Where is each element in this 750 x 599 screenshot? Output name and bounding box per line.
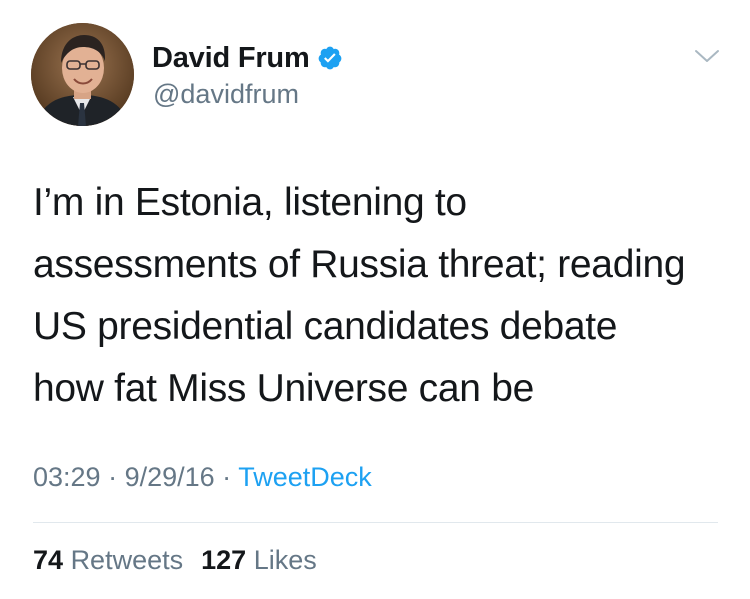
avatar[interactable] (31, 23, 134, 126)
display-name[interactable]: David Frum (152, 42, 310, 75)
meta-separator: · (214, 462, 239, 492)
chevron-down-icon[interactable] (694, 46, 720, 66)
retweets-count: 74 (33, 545, 64, 575)
author-name-row[interactable]: David Frum (152, 40, 343, 76)
user-handle[interactable]: @davidfrum (153, 79, 299, 110)
tweet-date[interactable]: 9/29/16 (125, 462, 215, 492)
tweet-text: I’m in Estonia, listening to assessments… (33, 172, 733, 420)
tweet-meta: 03:29 · 9/29/16 · TweetDeck (33, 462, 372, 493)
tweet-stats: 74 Retweets 127 Likes (33, 545, 317, 576)
meta-separator: · (100, 462, 125, 492)
tweet-text-line: I’m in Estonia, listening to (33, 181, 467, 224)
divider (33, 522, 718, 523)
tweet-time[interactable]: 03:29 (33, 462, 101, 492)
verified-badge-icon (317, 45, 343, 71)
retweets-label: Retweets (70, 545, 184, 575)
tweet-card: David Frum @davidfrum I’m in Estonia, li… (0, 0, 750, 599)
likes-label: Likes (253, 545, 317, 575)
tweet-source-link[interactable]: TweetDeck (238, 462, 372, 492)
likes-stat[interactable]: 127 Likes (201, 545, 317, 575)
tweet-text-line: assessments of Russia threat; reading (33, 243, 686, 286)
tweet-text-line: how fat Miss Universe can be (33, 367, 534, 410)
retweets-stat[interactable]: 74 Retweets (33, 545, 183, 575)
likes-count: 127 (201, 545, 247, 575)
tweet-text-line: US presidential candidates debate (33, 305, 618, 348)
